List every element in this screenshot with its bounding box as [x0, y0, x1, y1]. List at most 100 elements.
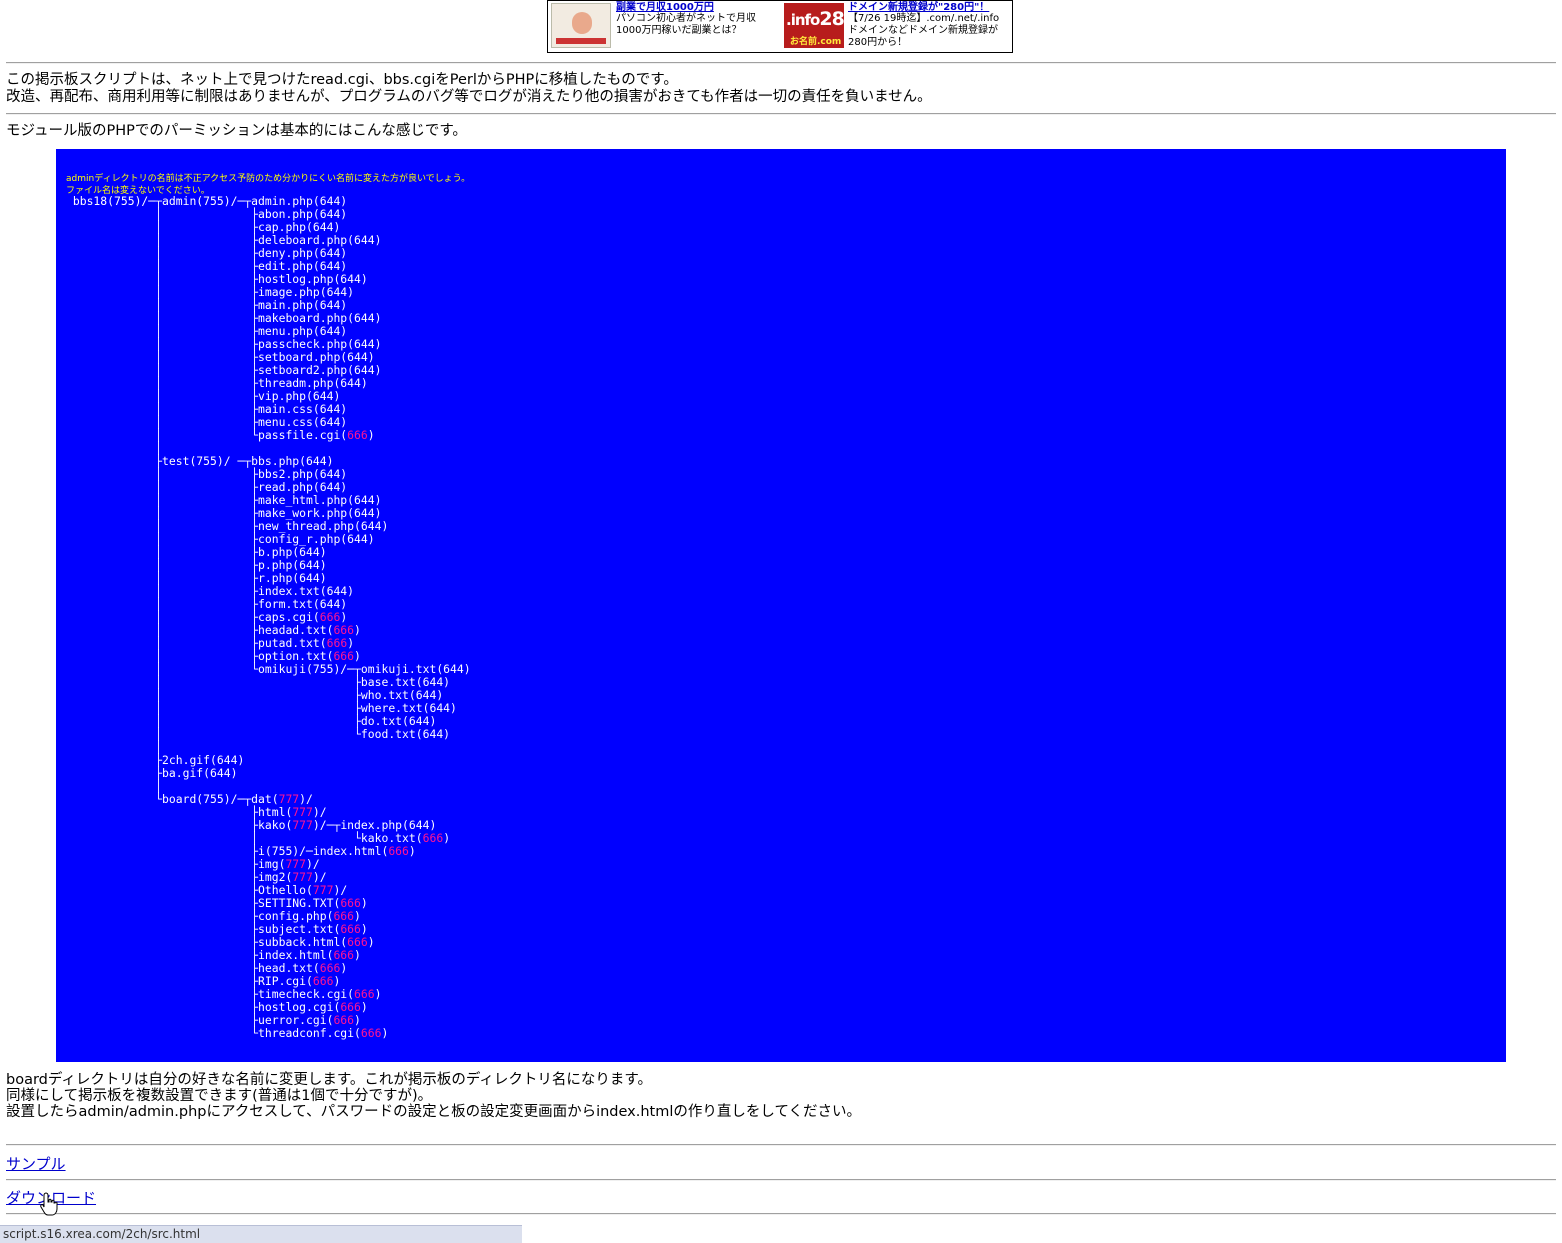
- permission-value: 666: [388, 844, 409, 858]
- tree-line: ├img2(777)/: [66, 870, 327, 884]
- tree-text: )/: [306, 857, 320, 871]
- tree-text: ├subback.html(: [66, 935, 348, 949]
- tree-line: │ └kako.txt(666): [66, 831, 450, 845]
- tree-text: ├head.txt(: [66, 961, 320, 975]
- tree-text: │ ├vip.php(644): [66, 389, 341, 403]
- tree-line: │ ├read.php(644): [66, 480, 347, 494]
- tree-text: ): [333, 974, 341, 988]
- tree-text: ): [374, 987, 382, 1001]
- tree-line: ├Othello(777)/: [66, 883, 347, 897]
- tree-text: │ ├menu.css(644): [66, 415, 348, 429]
- hand-cursor-icon: [40, 1192, 58, 1216]
- tree-text: ): [367, 428, 375, 442]
- tree-text: ): [360, 1000, 368, 1014]
- tree-line: │ ├make_work.php(644): [66, 506, 381, 520]
- tree-line: │ ├edit.php(644): [66, 259, 347, 273]
- tree-text: ├SETTING.TXT(: [66, 896, 341, 910]
- tree-line: │ ├base.txt(644): [66, 675, 450, 689]
- tree-line: │ ├r.php(644): [66, 571, 327, 585]
- tree-text: │ ├main.css(644): [66, 402, 348, 416]
- tree-line: ├subback.html(666): [66, 935, 374, 949]
- tree-text: │ ├cap.php(644): [66, 220, 341, 234]
- permission-value: 666: [333, 649, 355, 663]
- tree-text: ├test(755)/ ─┬bbs.php(644): [66, 454, 334, 468]
- tree-line: │ ├option.txt(666): [66, 649, 361, 663]
- tree-line: │ ├bbs2.php(644): [66, 467, 347, 481]
- tree-text: )/: [299, 792, 313, 806]
- tree-text: │ ├setboard.php(644): [66, 350, 375, 364]
- tree-line: │ ├menu.css(644): [66, 415, 347, 429]
- ad-thumbnail-image[interactable]: [551, 3, 611, 48]
- tree-text: )/: [312, 805, 327, 819]
- tree-text: ├img2(: [66, 870, 293, 884]
- tree-line: │ └passfile.cgi(666): [66, 428, 375, 442]
- tree-line: │ ├deny.php(644): [66, 246, 347, 260]
- tree-text: ├ba.gif(644): [66, 766, 238, 780]
- tree-text: └threadconf.cgi(: [66, 1026, 361, 1040]
- tree-line: │ ├form.txt(644): [66, 597, 347, 611]
- ad-title-link-domain[interactable]: ドメイン新規登録が"280円"！: [848, 0, 989, 13]
- divider: [6, 62, 1556, 64]
- tree-text: ├2ch.gif(644): [66, 753, 245, 767]
- tree-text: │ ├headad.txt(: [66, 623, 334, 637]
- tree-text: ): [354, 909, 361, 923]
- tree-text: │ ├menu.php(644): [66, 324, 348, 338]
- tree-text: ├Othello(: [66, 883, 313, 897]
- tree-text: │ ├where.txt(644): [66, 701, 457, 715]
- ad-badge-headline: .info280: [786, 8, 857, 30]
- tree-line: │ ├passcheck.php(644): [66, 337, 381, 351]
- tree-text: │ ├make_html.php(644): [66, 493, 382, 507]
- ad-domain-badge-image[interactable]: .info280 お名前.com: [784, 3, 857, 48]
- tree-line: ├test(755)/ ─┬bbs.php(644): [66, 454, 333, 468]
- permission-value: 777: [292, 870, 313, 884]
- permission-value: 666: [333, 623, 355, 637]
- ad-title-link-side-job[interactable]: 副業で月収1000万円: [616, 0, 714, 13]
- permission-value: 666: [340, 896, 361, 910]
- tree-line: └threadconf.cgi(666): [66, 1026, 388, 1040]
- tree-text: │ ├deleboard.php(644): [66, 233, 382, 247]
- tree-line: ├html(777)/: [66, 805, 327, 819]
- sample-link[interactable]: サンプル: [6, 1153, 66, 1174]
- tree-line: ├img(777)/: [66, 857, 320, 871]
- tree-line: │ ├b.php(644): [66, 545, 326, 559]
- after-line-2: 同様にして掲示板を複数設置できます(普通は1個で十分ですが)。: [6, 1088, 433, 1104]
- tree-line: │: [66, 740, 162, 754]
- tree-text: │ ├new_thread.php(644): [66, 519, 389, 533]
- tree-text: │ ├passcheck.php(644): [66, 337, 382, 351]
- tree-line: │ ├image.php(644): [66, 285, 354, 299]
- tree-text: │ ├form.txt(644): [66, 597, 348, 611]
- tree-text: ): [381, 1026, 389, 1040]
- tree-line: ├head.txt(666): [66, 961, 347, 975]
- permission-value: 666: [422, 831, 444, 845]
- permission-value: 777: [292, 805, 313, 819]
- tree-text: )/: [312, 870, 327, 884]
- tree-line: ├kako(777)/─┬index.php(644): [66, 818, 436, 832]
- permission-value: 777: [312, 883, 334, 897]
- directory-tree: bbs18(755)/─┬admin(755)/─┬admin.php(644)…: [66, 195, 471, 1040]
- tree-text: │ ├p.php(644): [66, 558, 327, 572]
- tree-text: ): [354, 623, 361, 637]
- tree-text: └board(755)/─┬dat(: [66, 792, 279, 806]
- tree-line: │ ├who.txt(644): [66, 688, 443, 702]
- ad-description-domain: 【7/26 19時迄】.com/.net/.info ドメインなどドメイン新規登…: [848, 13, 1000, 48]
- tree-text: ├uerror.cgi(: [66, 1013, 334, 1027]
- tree-line: │ └food.txt(644): [66, 727, 450, 741]
- tree-text: bbs18(755)/─┬admin(755)/─┬admin.php(644): [66, 194, 348, 208]
- permission-value: 666: [333, 948, 355, 962]
- permission-value: 666: [312, 974, 334, 988]
- ad-banner[interactable]: 副業で月収1000万円 パソコン初心者がネットで月収1000万円稼いだ副業とは？…: [547, 0, 1013, 53]
- tree-text: │ ├r.php(644): [66, 571, 327, 585]
- divider: [6, 1179, 1556, 1181]
- tree-line: │ ├do.txt(644): [66, 714, 436, 728]
- tree-line: └board(755)/─┬dat(777)/: [66, 792, 313, 806]
- tree-text: │ └passfile.cgi(: [66, 428, 348, 442]
- tree-line: │ ├deleboard.php(644): [66, 233, 381, 247]
- tree-text: │ └kako.txt(: [66, 831, 423, 845]
- tree-line: │ ├cap.php(644): [66, 220, 340, 234]
- tree-line: ├config.php(666): [66, 909, 361, 923]
- tree-text: │ └food.txt(644): [66, 727, 451, 741]
- tree-text: │ ├do.txt(644): [66, 714, 437, 728]
- tree-text: ├subject.txt(: [66, 922, 341, 936]
- tree-text: │ ├make_work.php(644): [66, 506, 382, 520]
- tree-line: │ └omikuji(755)/─┬omikuji.txt(644): [66, 662, 470, 676]
